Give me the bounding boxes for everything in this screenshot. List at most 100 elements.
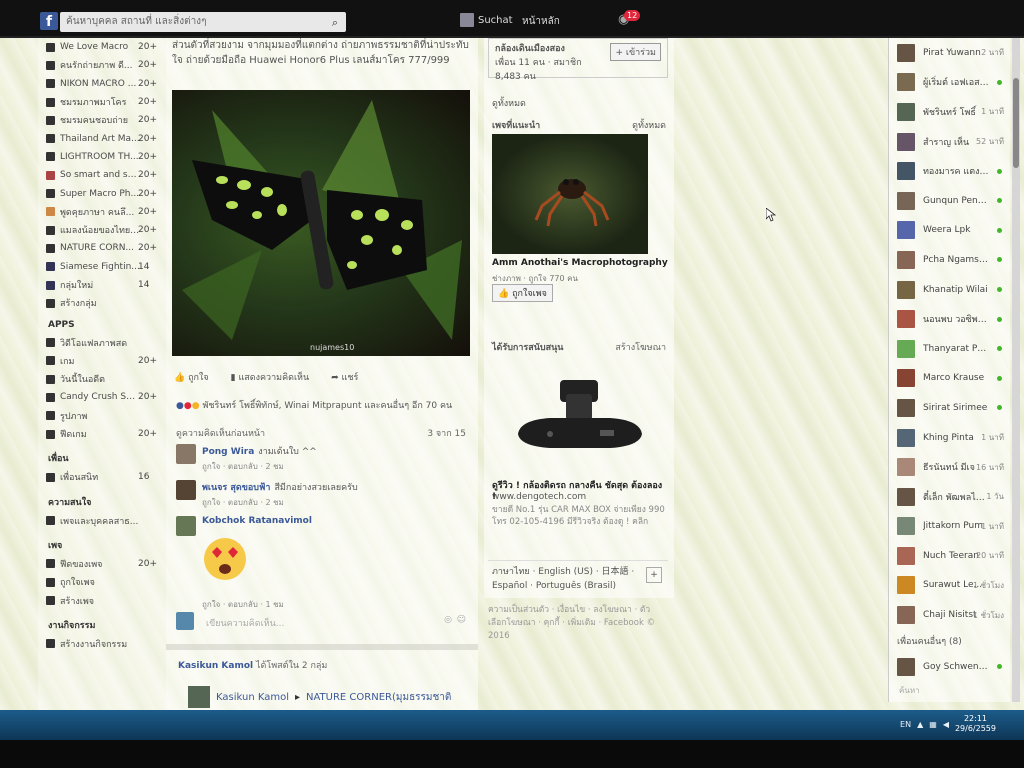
- avatar[interactable]: [176, 444, 196, 464]
- avatar[interactable]: [176, 480, 196, 500]
- language-indicator[interactable]: EN: [900, 720, 911, 729]
- like-button[interactable]: 👍 ถูกใจ: [174, 370, 209, 384]
- next-post-group[interactable]: NATURE CORNER(มุมธรรมชาติ: [306, 690, 451, 705]
- sidebar-item[interactable]: สร้างเพจ: [38, 591, 166, 609]
- create-ad-link[interactable]: สร้างโฆษณา: [615, 340, 666, 354]
- chat-contact[interactable]: พัชรินทร์ โพธิ์ 1 นาที: [889, 97, 1010, 127]
- sidebar-item[interactable]: NIKON MACRO ... 20+: [38, 75, 166, 93]
- view-previous-comments-link[interactable]: ดูความคิดเห็นก่อนหน้า: [176, 429, 265, 439]
- butterfly-photo[interactable]: nujames10: [172, 90, 470, 356]
- search-icon[interactable]: ⌕: [332, 15, 338, 31]
- sidebar-item[interactable]: สร้างงานกิจกรรม: [38, 635, 166, 653]
- comment-author[interactable]: Kobchok Ratanavimol: [202, 516, 312, 526]
- chat-contact[interactable]: ทองมารค แตงมื่ม: [889, 156, 1010, 186]
- avatar[interactable]: [176, 516, 196, 536]
- chat-contact[interactable]: ตี๋เล็ก พัฒพลไส้ไจ 1 วัน: [889, 482, 1010, 512]
- see-all-link[interactable]: ดูทั้งหมด: [492, 96, 526, 110]
- chat-contact[interactable]: นอนพบ วอซิพไวลี: [889, 304, 1010, 334]
- reactions-summary[interactable]: ●●● พัชรินทร์ โพธิ์พิทักษ์, Winai Mitpra…: [176, 398, 452, 412]
- scrollbar-thumb[interactable]: [1013, 78, 1019, 168]
- facebook-logo-icon[interactable]: f: [40, 12, 58, 30]
- spider-photo[interactable]: [492, 134, 648, 254]
- volume-icon[interactable]: ◀: [943, 720, 949, 729]
- sidebar-item[interactable]: We Love Macro 20+: [38, 38, 166, 56]
- chat-contact[interactable]: Pirat Yuwann 2 นาที: [889, 38, 1010, 68]
- chat-contact[interactable]: Jittakorn Pum 1 นาที: [889, 512, 1010, 542]
- comment-author[interactable]: Pong Wira งามเด้นใบ ^^: [202, 444, 317, 458]
- chat-contact[interactable]: Chaji Nisitst 1 ชั่วโมง: [889, 600, 1010, 630]
- sidebar-section-header: ความสนใจ: [48, 497, 92, 508]
- chat-search-input[interactable]: ค้นหา: [889, 684, 1011, 698]
- group-icon: [46, 79, 55, 89]
- chat-contact[interactable]: Goy Schwendener: [889, 652, 1010, 682]
- chat-contact[interactable]: ธีรนันทน์ มีเจ 16 นาที: [889, 452, 1010, 482]
- next-post-poster[interactable]: Kasikun Kamol: [178, 661, 253, 671]
- sidebar-item[interactable]: แมลงน้อยของไทย (... 20+: [38, 221, 166, 239]
- like-page-button[interactable]: 👍 ถูกใจเพจ: [492, 284, 553, 302]
- suggested-pages-see-all[interactable]: ดูทั้งหมด: [632, 118, 666, 132]
- comment-author[interactable]: พเนจร สุดขอบฟ้า สีมีกอย่างสวยเลยครับ: [202, 480, 358, 494]
- emoji-icon[interactable]: ☺: [457, 615, 466, 625]
- sidebar-item[interactable]: กลุ่มใหม่ 14: [38, 276, 166, 294]
- chat-contact[interactable]: Khing Pinta 1 นาที: [889, 423, 1010, 453]
- sidebar-item[interactable]: ชมรมภาพมาโคร 20+: [38, 93, 166, 111]
- ad-url[interactable]: www.dengotech.com: [492, 492, 586, 502]
- sidebar-item[interactable]: คนรักถ่ายภาพ ดี... 20+: [38, 56, 166, 74]
- avatar[interactable]: [188, 686, 210, 708]
- sidebar-item[interactable]: พูดคุยภาษา คนลึ... 20+: [38, 203, 166, 221]
- sidebar-item[interactable]: ถูกใจเพจ: [38, 573, 166, 591]
- suggested-page-name[interactable]: Amm Anothai's Macrophotography: [492, 258, 668, 268]
- sidebar-item[interactable]: ชมรมคนชอบถ่าย 20+: [38, 111, 166, 129]
- comment-meta[interactable]: ถูกใจ · ตอบกลับ · 2 ชม: [202, 496, 284, 509]
- online-status-icon: [997, 79, 1002, 85]
- footer-links[interactable]: ความเป็นส่วนตัว · เงื่อนไข · ลงโฆษณา · ต…: [488, 604, 668, 643]
- chat-contact[interactable]: Gunqun Pengjan: [889, 186, 1010, 216]
- sidebar-item[interactable]: ฟีดของเพจ 20+: [38, 555, 166, 573]
- comment-icon: ▮: [230, 373, 236, 383]
- sidebar-item[interactable]: เพื่อนสนิท 16: [38, 468, 166, 486]
- clock[interactable]: 22:11 29/6/2559: [955, 714, 996, 734]
- sidebar-item[interactable]: วันนี้ในอดีต: [38, 370, 166, 388]
- sidebar-item[interactable]: สร้างกลุ่ม: [38, 294, 166, 312]
- comment-input[interactable]: เขียนความคิดเห็น... ◎ ☺: [176, 612, 472, 632]
- sidebar-item[interactable]: ฟีดเกม 20+: [38, 425, 166, 443]
- show-hidden-icons-icon[interactable]: ▲: [917, 720, 923, 729]
- chat-contact[interactable]: Surawut Le... 1 ชั่วโมง: [889, 571, 1010, 601]
- sidebar-item[interactable]: Thailand Art Ma... 20+: [38, 129, 166, 147]
- chat-contact[interactable]: Khanatip Wilai: [889, 275, 1010, 305]
- sidebar-item[interactable]: Candy Crush Saga 20+: [38, 388, 166, 406]
- chat-contact[interactable]: สำราญ เห็น 52 นาที: [889, 127, 1010, 157]
- chat-contact[interactable]: Weera Lpk: [889, 216, 1010, 246]
- chat-contact[interactable]: ผู้เริ่มต์ เอฟเอสเอส: [889, 68, 1010, 98]
- profile-link[interactable]: Suchat: [460, 13, 513, 27]
- sidebar-item[interactable]: Super Macro Ph... 20+: [38, 184, 166, 202]
- sidebar-item[interactable]: เกม 20+: [38, 352, 166, 370]
- sidebar-item[interactable]: LIGHTROOM TH... 20+: [38, 148, 166, 166]
- language-links[interactable]: ภาษาไทย · English (US) · 日本語 · Español ·…: [492, 565, 642, 593]
- comment-button[interactable]: ▮ แสดงความคิดเห็น: [231, 370, 309, 384]
- sidebar-item[interactable]: เพจและบุคคลสาธ...: [38, 512, 166, 530]
- sidebar-item[interactable]: รูปภาพ: [38, 407, 166, 425]
- next-post-author[interactable]: Kasikun Kamol: [216, 692, 289, 703]
- sidebar-item[interactable]: So smart and sexy 20+: [38, 166, 166, 184]
- chat-contact[interactable]: Thanyarat Phod: [889, 334, 1010, 364]
- join-group-button[interactable]: + เข้าร่วม: [610, 43, 661, 61]
- chat-contact[interactable]: Sirirat Sirimee: [889, 393, 1010, 423]
- network-icon[interactable]: ▦: [929, 720, 937, 729]
- sidebar-item-label: คนรักถ่ายภาพ ดี...: [60, 61, 133, 72]
- dashcam-ad-image[interactable]: [510, 376, 650, 460]
- comment-meta[interactable]: ถูกใจ · ตอบกลับ · 1 ชม: [202, 598, 284, 611]
- camera-icon[interactable]: ◎: [444, 615, 452, 625]
- home-link[interactable]: หน้าหลัก: [522, 14, 560, 29]
- sidebar-item[interactable]: NATURE CORN... 20+: [38, 239, 166, 257]
- chat-contact[interactable]: Pcha Ngamsrisan: [889, 245, 1010, 275]
- search-input[interactable]: ค้นหาบุคคล สถานที่ และสิ่งต่างๆ ⌕: [60, 12, 346, 32]
- add-language-icon[interactable]: +: [646, 567, 662, 583]
- sidebar-item[interactable]: Siamese Fightin... 14: [38, 258, 166, 276]
- chat-contact[interactable]: Marco Krause: [889, 364, 1010, 394]
- scrollbar[interactable]: [1012, 38, 1020, 702]
- share-button[interactable]: ➦ แชร์: [331, 370, 358, 384]
- comment-meta[interactable]: ถูกใจ · ตอบกลับ · 2 ชม: [202, 460, 284, 473]
- sidebar-item[interactable]: วิดีโอแฟลภาพสด: [38, 333, 166, 351]
- chat-contact[interactable]: Nuch Teeran 20 นาที: [889, 541, 1010, 571]
